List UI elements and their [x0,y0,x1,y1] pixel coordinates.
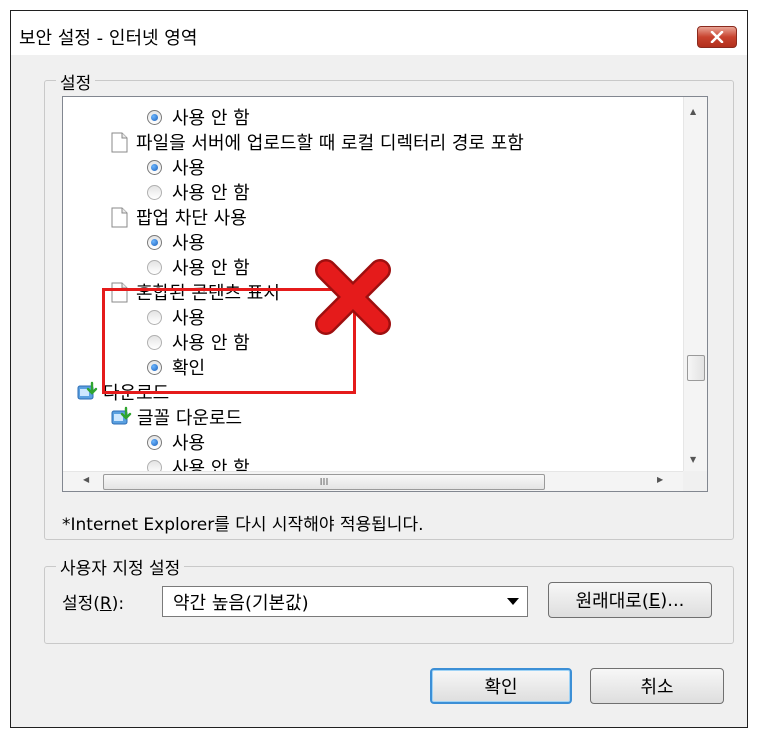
scroll-left-arrow-icon[interactable]: ◀ [83,475,89,484]
horizontal-scroll-thumb[interactable]: III [103,474,545,490]
radio-button[interactable] [147,109,162,125]
reset-to-label: 설정(R): [62,594,125,614]
tree-radio-item[interactable]: 사용 [147,229,205,255]
title-bar: 보안 설정 - 인터넷 영역 [11,11,747,55]
horizontal-scrollbar[interactable]: ◀ III ▶ [63,471,685,491]
scrollbar-corner [683,471,707,491]
radio-button[interactable] [147,259,162,275]
cancel-button-label: 취소 [640,677,674,698]
radio-label: 사용 [172,433,206,454]
tree-subcategory-item: 글꼴 다운로드 [111,404,242,430]
scroll-right-arrow-icon[interactable]: ▶ [657,475,663,484]
scroll-grip-icon: III [319,476,329,488]
scroll-up-arrow-icon[interactable]: ▲ [690,107,696,116]
subcategory-label: 글꼴 다운로드 [137,408,243,429]
radio-label: 사용 [172,158,206,179]
settings-group-label: 설정 [56,69,96,94]
ok-button[interactable]: 확인 [430,668,572,704]
radio-button[interactable] [147,434,162,450]
radio-button[interactable] [147,234,162,250]
annotation-x-icon [315,259,391,335]
ok-button-label: 확인 [484,677,518,698]
setting-label: 파일을 서버에 업로드할 때 로컬 디렉터리 경로 포함 [136,133,524,154]
document-icon [111,132,128,152]
security-level-select[interactable]: 약간 높음(기본값) [162,586,528,617]
security-settings-dialog: 보안 설정 - 인터넷 영역 설정 사용 안 함 파일을 서버에 업로드할 때 … [0,0,758,739]
tree-radio-item[interactable]: 사용 안 함 [147,104,250,130]
radio-label: 사용 [172,233,206,254]
download-icon [77,381,98,400]
tree-radio-item[interactable]: 사용 [147,429,205,455]
radio-button[interactable] [147,184,162,200]
radio-button[interactable] [147,159,162,175]
tree-setting-item: 파일을 서버에 업로드할 때 로컬 디렉터리 경로 포함 [111,129,524,155]
vertical-scroll-thumb[interactable] [687,355,705,381]
close-icon [710,31,724,43]
scroll-down-arrow-icon[interactable]: ▼ [690,455,696,464]
document-icon [111,207,128,227]
tree-radio-item[interactable]: 사용 안 함 [147,179,250,205]
tree-radio-item[interactable]: 사용 안 함 [147,254,250,280]
tree-setting-item: 팝업 차단 사용 [111,204,247,230]
download-icon [111,406,132,425]
reset-button[interactable]: 원래대로(E)... [548,582,712,618]
setting-label: 팝업 차단 사용 [136,208,247,229]
radio-label: 사용 안 함 [172,258,250,279]
radio-label: 사용 안 함 [172,108,250,129]
restart-note: *Internet Explorer를 다시 시작해야 적용됩니다. [62,515,424,535]
security-level-value: 약간 높음(기본값) [173,592,309,614]
close-button[interactable] [697,26,737,48]
custom-settings-group-label: 사용자 지정 설정 [56,554,185,579]
chevron-down-icon[interactable] [507,598,519,605]
dialog-title: 보안 설정 - 인터넷 영역 [19,28,198,49]
radio-label: 사용 안 함 [172,183,250,204]
vertical-scrollbar[interactable]: ▲ ▼ [683,97,707,473]
tree-radio-item[interactable]: 사용 [147,154,205,180]
cancel-button[interactable]: 취소 [590,668,724,704]
